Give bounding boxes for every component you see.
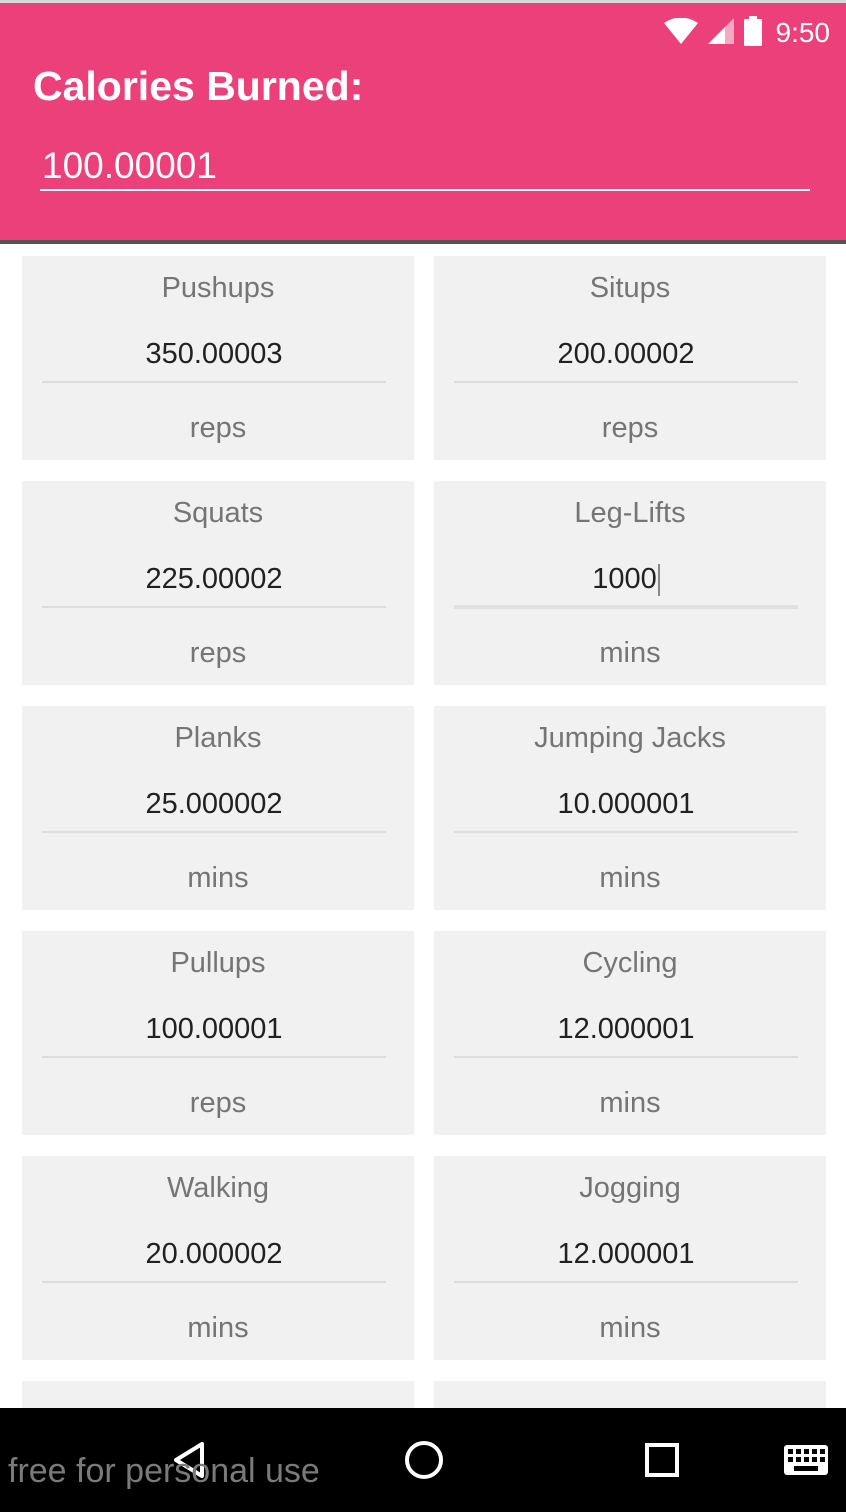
exercise-unit: reps bbox=[601, 412, 659, 444]
battery-icon bbox=[743, 15, 762, 51]
exercise-card-partial[interactable] bbox=[22, 1381, 414, 1408]
exercise-value-input-focused[interactable]: 1000 bbox=[454, 563, 798, 597]
exercise-card-squats: Squats 225.00002 reps bbox=[22, 481, 414, 685]
exercise-label: Squats bbox=[172, 497, 264, 529]
exercise-card-cycling: Cycling 12.000001 mins bbox=[434, 931, 826, 1135]
input-underline bbox=[454, 1056, 798, 1058]
exercise-grid: Pushups 350.00003 reps Situps 200.00002 … bbox=[0, 244, 846, 1408]
exercise-card-pushups: Pushups 350.00003 reps bbox=[22, 256, 414, 460]
exercise-value-input[interactable]: 350.00003 bbox=[42, 338, 386, 371]
status-bar: 9:50 bbox=[663, 15, 831, 51]
exercise-unit: mins bbox=[187, 862, 249, 894]
exercise-value-input[interactable]: 12.000001 bbox=[454, 1013, 798, 1046]
exercise-label: Pullups bbox=[170, 947, 266, 979]
input-underline bbox=[42, 1056, 386, 1058]
exercise-card-pullups: Pullups 100.00001 reps bbox=[22, 931, 414, 1135]
exercise-label: Cycling bbox=[582, 947, 678, 979]
exercise-unit: mins bbox=[599, 1087, 661, 1119]
exercise-card-jumping-jacks: Jumping Jacks 10.000001 mins bbox=[434, 706, 826, 910]
exercise-value-input[interactable]: 25.000002 bbox=[42, 788, 386, 821]
signal-icon bbox=[707, 17, 734, 49]
app-header: 9:50 Calories Burned: bbox=[0, 0, 846, 242]
exercise-unit: reps bbox=[189, 412, 247, 444]
exercise-unit: mins bbox=[599, 637, 661, 669]
exercise-label: Planks bbox=[174, 722, 262, 754]
input-underline bbox=[42, 831, 386, 833]
exercise-value-input[interactable]: 200.00002 bbox=[454, 338, 798, 371]
exercise-value-input[interactable]: 12.000001 bbox=[454, 1238, 798, 1271]
exercise-unit: reps bbox=[189, 1087, 247, 1119]
input-underline bbox=[42, 606, 386, 608]
page-title: Calories Burned: bbox=[33, 63, 364, 109]
exercise-value-input[interactable]: 20.000002 bbox=[42, 1238, 386, 1271]
wifi-icon bbox=[663, 17, 698, 49]
exercise-value-input[interactable]: 100.00001 bbox=[42, 1013, 386, 1046]
exercise-card-partial[interactable] bbox=[434, 1381, 826, 1408]
text-cursor bbox=[657, 564, 660, 597]
exercise-value-text: 1000 bbox=[592, 563, 657, 595]
input-underline bbox=[454, 381, 798, 383]
exercise-label: Jogging bbox=[579, 1172, 681, 1204]
exercise-label: Situps bbox=[589, 272, 671, 304]
exercise-label: Walking bbox=[166, 1172, 270, 1204]
exercise-card-planks: Planks 25.000002 mins bbox=[22, 706, 414, 910]
home-icon[interactable] bbox=[384, 1408, 464, 1512]
exercise-value-input[interactable]: 225.00002 bbox=[42, 563, 386, 596]
exercise-card-jogging: Jogging 12.000001 mins bbox=[434, 1156, 826, 1360]
exercise-value-input[interactable]: 10.000001 bbox=[454, 788, 798, 821]
exercise-unit: reps bbox=[189, 637, 247, 669]
exercise-unit: mins bbox=[187, 1312, 249, 1344]
navigation-bar bbox=[0, 1408, 846, 1512]
input-underline bbox=[454, 1281, 798, 1283]
exercise-label: Leg-Lifts bbox=[574, 497, 686, 529]
exercise-unit: mins bbox=[599, 1312, 661, 1344]
calories-total-input[interactable] bbox=[40, 143, 810, 191]
back-icon[interactable] bbox=[150, 1408, 230, 1512]
exercise-card-situps: Situps 200.00002 reps bbox=[434, 256, 826, 460]
keyboard-icon[interactable] bbox=[770, 1408, 842, 1512]
input-underline-focused bbox=[454, 605, 798, 609]
exercise-label: Jumping Jacks bbox=[534, 722, 726, 754]
recents-icon[interactable] bbox=[622, 1408, 702, 1512]
exercise-card-walking: Walking 20.000002 mins bbox=[22, 1156, 414, 1360]
input-underline bbox=[454, 831, 798, 833]
input-underline bbox=[42, 381, 386, 383]
status-time: 9:50 bbox=[775, 17, 831, 48]
input-underline bbox=[42, 1281, 386, 1283]
exercise-label: Pushups bbox=[161, 272, 275, 304]
exercise-unit: mins bbox=[599, 862, 661, 894]
exercise-card-leg-lifts: Leg-Lifts 1000 mins bbox=[434, 481, 826, 685]
